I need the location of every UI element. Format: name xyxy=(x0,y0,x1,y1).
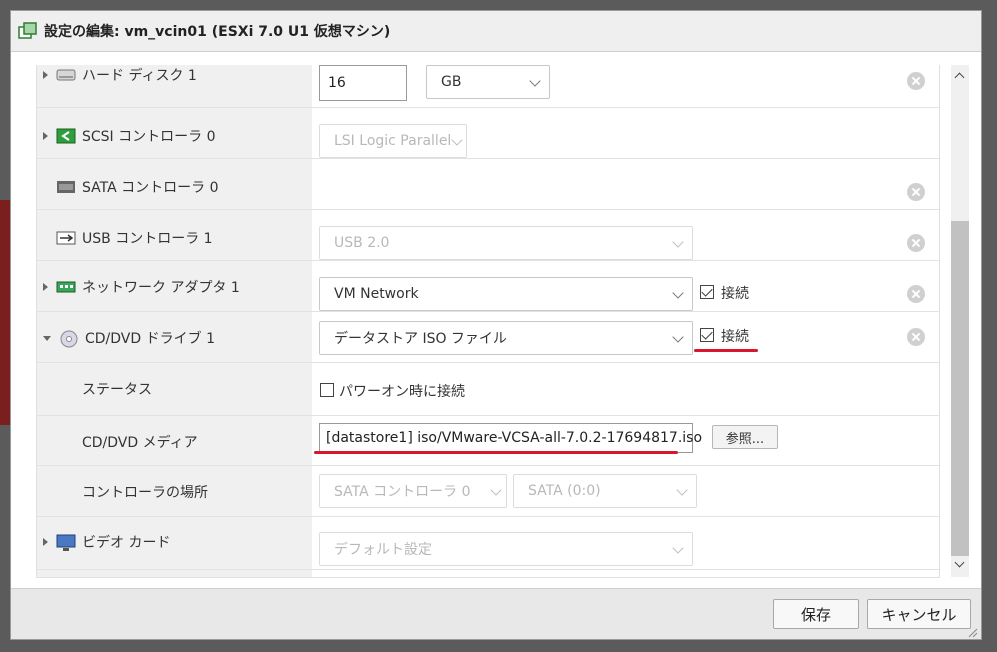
status-label: ステータス xyxy=(82,382,152,398)
remove-network-adapter-icon[interactable] xyxy=(907,285,925,303)
network-adapter-label: ネットワーク アダプタ 1 xyxy=(82,280,240,296)
poweron-connect-label: パワーオン時に接続 xyxy=(339,384,465,400)
scrollbar-thumb[interactable] xyxy=(951,221,969,556)
remove-usb-controller-icon[interactable] xyxy=(907,234,925,252)
cddvd-media-label: CD/DVD メディア xyxy=(82,435,198,451)
controller-value: SATA コントローラ 0 xyxy=(334,484,471,500)
save-button[interactable]: 保存 xyxy=(773,599,859,629)
scsi-controller-icon xyxy=(56,128,76,144)
vm-settings-icon xyxy=(18,21,38,41)
scsi-controller-label: SCSI コントローラ 0 xyxy=(82,129,216,145)
hard-disk-row: ハード ディスク 1 16 GB xyxy=(37,65,939,108)
usb-type-select: USB 2.0 xyxy=(319,226,693,260)
remove-hard-disk-icon[interactable] xyxy=(907,72,925,90)
cddvd-drive-label: CD/DVD ドライブ 1 xyxy=(85,331,215,347)
controller-slot-value: SATA (0:0) xyxy=(528,483,601,499)
hard-disk-size-input[interactable]: 16 xyxy=(319,65,407,101)
video-card-expander[interactable]: ビデオ カード xyxy=(43,532,170,552)
remove-cddvd-drive-icon[interactable] xyxy=(907,328,925,346)
network-adapter-expander[interactable]: ネットワーク アダプタ 1 xyxy=(43,277,240,297)
network-connect-checkbox[interactable] xyxy=(700,285,714,299)
scsi-type-value: LSI Logic Parallel xyxy=(334,133,452,149)
cddvd-connect-checkbox[interactable] xyxy=(700,328,714,342)
highlight-underline-connect xyxy=(694,349,758,352)
highlight-underline-iso-path xyxy=(314,451,678,454)
chevron-down-icon xyxy=(672,331,684,343)
hard-disk-expander[interactable]: ハード ディスク 1 xyxy=(43,65,197,85)
sata-controller-icon xyxy=(56,179,76,195)
controller-location-label: コントローラの場所 xyxy=(82,485,208,501)
chevron-down-icon xyxy=(490,484,502,496)
chevron-down-icon xyxy=(672,542,684,554)
status-heading: ステータス xyxy=(82,379,152,399)
chevron-down-icon xyxy=(529,75,541,87)
video-card-row: ビデオ カード デフォルト設定 xyxy=(37,517,939,570)
expand-triangle-icon[interactable] xyxy=(43,283,48,291)
dialog-titlebar: 設定の編集: vm_vcin01 (ESXi 7.0 U1 仮想マシン) xyxy=(11,11,981,52)
scsi-controller-row: SCSI コントローラ 0 LSI Logic Parallel xyxy=(37,108,939,159)
usb-icon xyxy=(56,230,76,246)
hard-disk-unit-select[interactable]: GB xyxy=(426,65,550,99)
hard-disk-label: ハード ディスク 1 xyxy=(82,68,197,84)
network-connect-label: 接続 xyxy=(721,286,749,302)
expand-triangle-icon[interactable] xyxy=(43,538,48,546)
monitor-icon xyxy=(56,534,76,551)
cddvd-source-select[interactable]: データストア ISO ファイル xyxy=(319,321,693,355)
scroll-down-icon[interactable] xyxy=(954,557,965,568)
background-app-strip xyxy=(0,200,10,425)
browse-button[interactable]: 参照... xyxy=(712,425,778,449)
resize-grip-icon[interactable] xyxy=(968,626,978,638)
controller-location-heading: コントローラの場所 xyxy=(82,482,208,502)
poweron-connect-checkbox[interactable] xyxy=(320,383,334,397)
remove-sata-controller-icon[interactable] xyxy=(907,183,925,201)
sata-controller-heading: SATA コントローラ 0 xyxy=(56,177,219,197)
expand-triangle-icon[interactable] xyxy=(43,71,48,79)
chevron-down-icon xyxy=(676,484,688,496)
edit-settings-dialog: 設定の編集: vm_vcin01 (ESXi 7.0 U1 仮想マシン) ハード… xyxy=(10,10,982,640)
network-value: VM Network xyxy=(334,286,419,302)
hard-disk-icon xyxy=(56,67,76,83)
cddvd-media-row: CD/DVD メディア [datastore1] iso/VMware-VCSA… xyxy=(37,416,939,466)
collapse-triangle-icon[interactable] xyxy=(43,335,51,341)
hardware-list: ハード ディスク 1 16 GB SCSI コントローラ 0 LSI Logic… xyxy=(36,65,940,578)
cddvd-source-value: データストア ISO ファイル xyxy=(334,331,507,347)
cddvd-drive-expander[interactable]: CD/DVD ドライブ 1 xyxy=(43,328,215,348)
cancel-button[interactable]: キャンセル xyxy=(867,599,971,629)
cddvd-connect-label: 接続 xyxy=(721,329,749,345)
usb-controller-row: USB コントローラ 1 USB 2.0 xyxy=(37,210,939,261)
iso-path-input[interactable]: [datastore1] iso/VMware-VCSA-all-7.0.2-1… xyxy=(319,423,702,453)
dialog-footer: 保存 キャンセル xyxy=(11,588,981,639)
scsi-controller-expander[interactable]: SCSI コントローラ 0 xyxy=(43,126,216,146)
chevron-down-icon xyxy=(451,134,463,146)
cddvd-drive-row: CD/DVD ドライブ 1 データストア ISO ファイル 接続 xyxy=(37,312,939,363)
expand-triangle-icon[interactable] xyxy=(43,132,48,140)
cddvd-media-heading: CD/DVD メディア xyxy=(82,432,198,452)
video-setting-value: デフォルト設定 xyxy=(334,542,432,558)
usb-controller-label: USB コントローラ 1 xyxy=(82,231,213,247)
status-row: ステータス パワーオン時に接続 xyxy=(37,363,939,416)
vertical-scrollbar[interactable] xyxy=(951,65,969,577)
usb-controller-heading: USB コントローラ 1 xyxy=(56,228,213,248)
scsi-type-select: LSI Logic Parallel xyxy=(319,124,467,158)
sata-controller-label: SATA コントローラ 0 xyxy=(82,180,219,196)
usb-type-value: USB 2.0 xyxy=(334,235,390,251)
network-adapter-icon xyxy=(56,279,76,295)
chevron-down-icon xyxy=(672,287,684,299)
video-setting-select: デフォルト設定 xyxy=(319,532,693,566)
video-card-label: ビデオ カード xyxy=(82,535,171,551)
sata-controller-row: SATA コントローラ 0 xyxy=(37,159,939,210)
controller-slot-select: SATA (0:0) xyxy=(513,474,697,508)
controller-location-row: コントローラの場所 SATA コントローラ 0 SATA (0:0) xyxy=(37,466,939,517)
chevron-down-icon xyxy=(672,236,684,248)
hard-disk-unit-value: GB xyxy=(441,74,462,90)
network-adapter-row: ネットワーク アダプタ 1 VM Network 接続 xyxy=(37,261,939,312)
dialog-title: 設定の編集: vm_vcin01 (ESXi 7.0 U1 仮想マシン) xyxy=(44,24,391,40)
network-select[interactable]: VM Network xyxy=(319,277,693,311)
scroll-up-icon[interactable] xyxy=(954,72,965,83)
controller-select: SATA コントローラ 0 xyxy=(319,474,507,508)
cd-dvd-icon xyxy=(59,330,79,348)
